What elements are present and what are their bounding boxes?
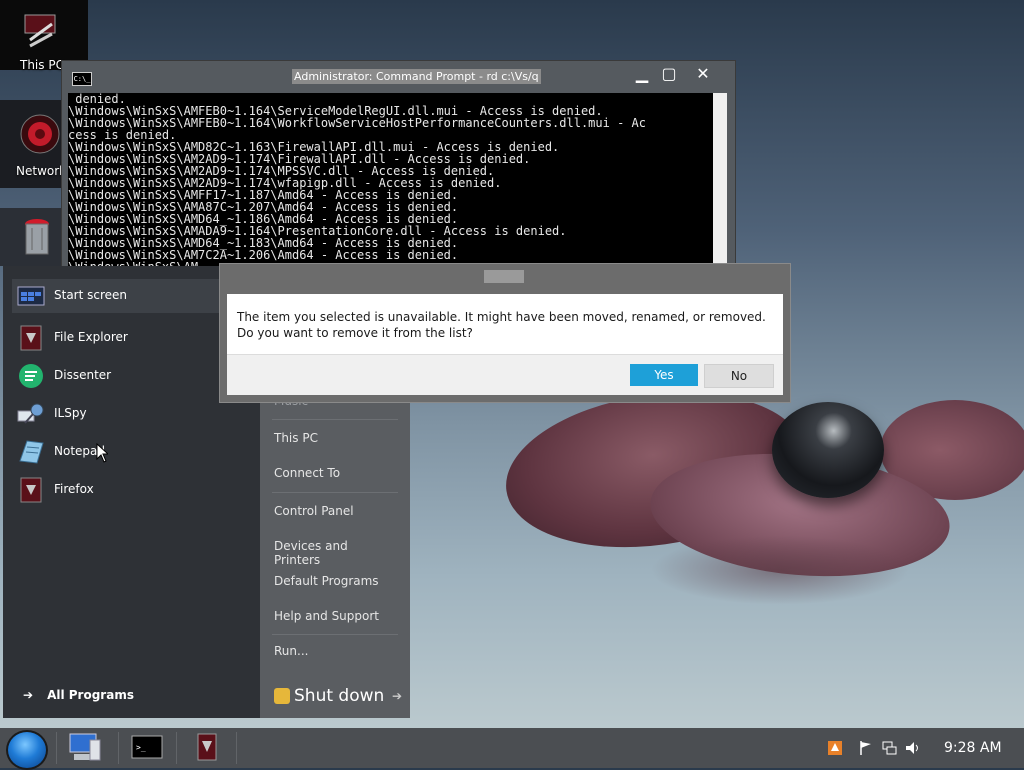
notepad-icon <box>19 440 44 464</box>
cmd-icon: C:\_ <box>72 72 92 86</box>
command-prompt-titlebar[interactable]: C:\_ Administrator: Command Prompt - rd … <box>62 61 735 91</box>
firefox-icon <box>20 477 42 503</box>
close-button[interactable]: ✕ <box>688 63 718 85</box>
minimize-button[interactable]: ▁ <box>627 63 657 85</box>
computer-icon <box>69 733 101 761</box>
recycle-bin-icon <box>25 219 49 255</box>
shut-down-label: Shut down <box>294 686 385 706</box>
places-item-help-and-support[interactable]: Help and Support <box>274 609 396 623</box>
places-item-run[interactable]: Run... <box>274 644 396 658</box>
places-item-default-programs[interactable]: Default Programs <box>274 574 396 588</box>
taskbar-file-explorer[interactable] <box>184 730 230 766</box>
arrow-right-icon: ➔ <box>23 688 34 702</box>
flag-icon[interactable] <box>858 740 874 756</box>
minimize-icon: ▁ <box>635 64 649 83</box>
command-prompt-window[interactable]: C:\_ Administrator: Command Prompt - rd … <box>61 60 736 272</box>
network-tray-icon[interactable] <box>881 740 897 756</box>
separator <box>56 732 57 764</box>
separator <box>118 732 119 764</box>
close-icon: ✕ <box>696 64 710 83</box>
volume-icon[interactable] <box>904 740 922 756</box>
shutdown-options-arrow-icon[interactable]: ➔ <box>392 689 402 703</box>
mouse-cursor-icon <box>96 443 108 463</box>
start-item-dissenter[interactable]: Dissenter <box>12 359 252 393</box>
dissenter-icon <box>19 364 43 388</box>
places-item-control-panel[interactable]: Control Panel <box>274 504 396 518</box>
start-screen-icon <box>17 286 45 306</box>
action-center-icon[interactable] <box>827 740 843 756</box>
start-item-label: Start screen <box>54 288 128 302</box>
wallpaper-reflection <box>650 535 910 605</box>
start-item-label: File Explorer <box>54 330 128 344</box>
file-explorer-icon <box>197 733 217 761</box>
console-scrollbar[interactable] <box>713 93 727 269</box>
ilspy-icon <box>17 403 44 424</box>
separator <box>272 419 398 420</box>
maximize-icon: ▢ <box>661 64 677 83</box>
shutdown-icon <box>274 688 290 704</box>
places-item-devices-and-printers[interactable]: Devices and Printers <box>274 539 396 567</box>
command-prompt-icon: >_ <box>131 735 163 759</box>
wallpaper-water-drop <box>772 402 884 498</box>
start-item-notepad[interactable]: Notepad <box>12 435 252 469</box>
dialog-message: The item you selected is unavailable. It… <box>237 310 766 340</box>
yes-button[interactable]: Yes <box>630 364 698 386</box>
network-icon <box>20 114 60 154</box>
start-item-label: Firefox <box>54 482 94 496</box>
start-item-ilspy[interactable]: ILSpy <box>12 397 252 431</box>
places-item-this-pc[interactable]: This PC <box>274 431 396 445</box>
all-programs-label: All Programs <box>47 688 134 702</box>
dialog-button-bar: Yes No <box>227 354 783 395</box>
this-pc-icon <box>24 14 56 48</box>
taskbar-command-prompt[interactable]: >_ <box>124 730 170 766</box>
dialog-title <box>484 270 524 283</box>
separator <box>272 492 398 493</box>
separator <box>272 634 398 635</box>
start-item-label: Dissenter <box>54 368 112 382</box>
shut-down-button[interactable]: Shut down ➔ <box>274 686 404 710</box>
separator <box>236 732 237 764</box>
file-explorer-icon <box>20 325 42 351</box>
no-button[interactable]: No <box>704 364 774 388</box>
start-item-start-screen[interactable]: Start screen <box>12 279 252 313</box>
console-output[interactable]: denied. \Windows\WinSxS\AMFEB0~1.164\Serv… <box>68 93 713 269</box>
places-item-connect-to[interactable]: Connect To <box>274 466 396 480</box>
svg-text:>_: >_ <box>136 743 146 752</box>
maximize-button[interactable]: ▢ <box>654 63 684 85</box>
item-unavailable-dialog[interactable]: The item you selected is unavailable. It… <box>219 263 791 403</box>
start-button[interactable] <box>6 730 48 770</box>
start-item-label: ILSpy <box>54 406 87 420</box>
separator <box>176 732 177 764</box>
start-item-file-explorer[interactable]: File Explorer <box>12 321 252 355</box>
clock[interactable]: 9:28 AM <box>944 740 1002 756</box>
command-prompt-title: Administrator: Command Prompt - rd c:\Vs… <box>292 69 541 84</box>
start-item-firefox[interactable]: Firefox <box>12 473 252 507</box>
taskbar: >_ 9:28 AM <box>0 728 1024 770</box>
taskbar-computer[interactable] <box>62 730 108 766</box>
all-programs-button[interactable]: ➔ All Programs <box>23 688 134 702</box>
dialog-message-area: The item you selected is unavailable. It… <box>227 294 783 354</box>
